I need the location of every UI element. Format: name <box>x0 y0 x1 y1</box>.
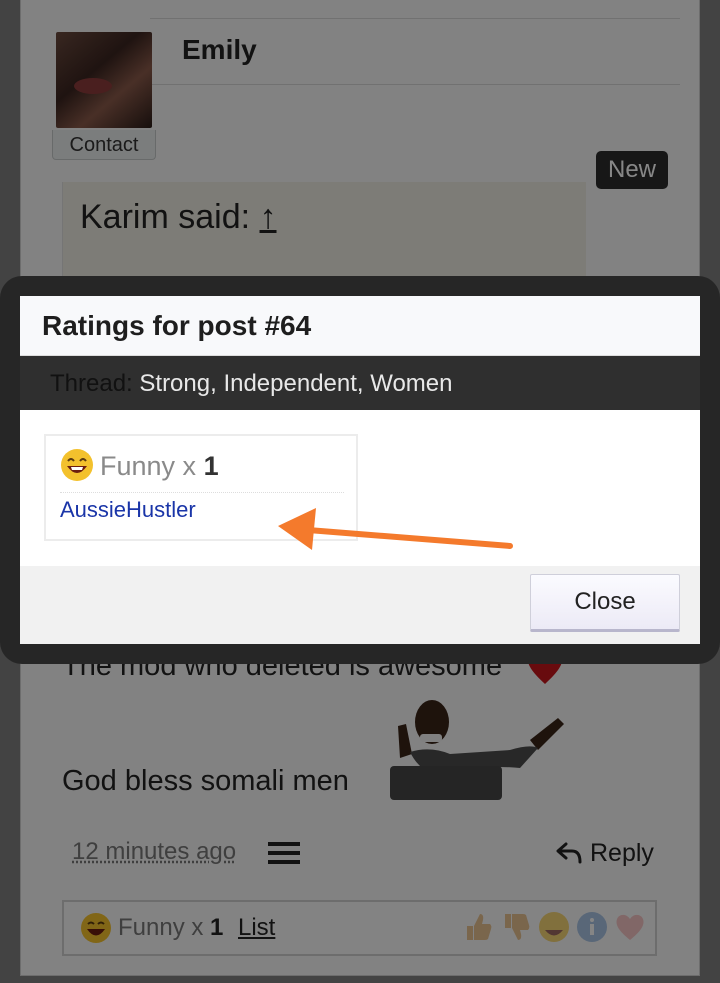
funny-icon <box>61 449 93 481</box>
ratings-modal: Ratings for post #64 Thread: Strong, Ind… <box>20 296 700 644</box>
thread-name[interactable]: Strong, Independent, Women <box>139 370 452 397</box>
thread-label: Thread: <box>50 370 133 397</box>
rater-link[interactable]: AussieHustler <box>60 497 196 523</box>
close-button[interactable]: Close <box>530 574 680 632</box>
thread-info: Thread: Strong, Independent, Women <box>20 356 700 410</box>
annotation-arrow <box>278 508 513 550</box>
modal-footer: Close <box>20 566 700 644</box>
modal-title: Ratings for post #64 <box>20 296 700 356</box>
rating-summary: Funny x 1 <box>100 451 219 481</box>
divider <box>60 492 344 493</box>
